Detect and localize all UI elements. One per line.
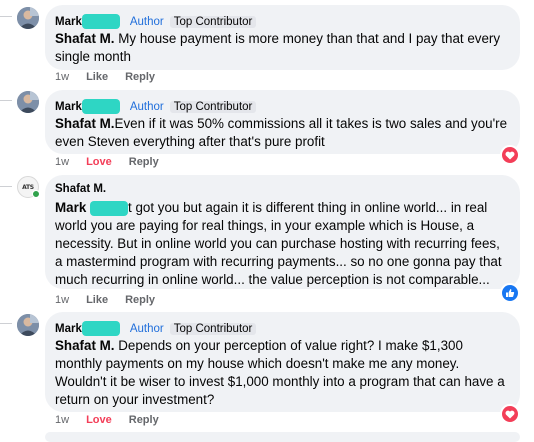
avatar[interactable]: [17, 314, 39, 336]
author-tag: Author: [129, 100, 164, 113]
thread-connector: [0, 186, 12, 187]
reply-button[interactable]: Reply: [125, 294, 155, 306]
comment-actions: 1w Love Reply: [55, 414, 176, 426]
comment-bubble: Mark Author Top Contributor Shafat M. De…: [45, 312, 520, 412]
mention-link[interactable]: Mark: [55, 200, 86, 215]
comment-actions: 1w Like Reply: [55, 71, 172, 83]
top-contributor-badge: Top Contributor: [169, 322, 257, 335]
heart-icon[interactable]: [500, 145, 520, 165]
comment-actions: 1w Like Reply: [55, 294, 172, 306]
mention-link[interactable]: Shafat M.: [55, 338, 115, 353]
reply-button[interactable]: Reply: [129, 156, 159, 168]
comment-author[interactable]: Shafat M.: [55, 183, 510, 199]
comment-text: Shafat M. My house payment is more money…: [55, 31, 501, 64]
comment-text: Shafat M.Even if it was 50% commissions …: [55, 116, 508, 149]
thread-connector: [0, 16, 12, 17]
comment-text: Shafat M. Depends on your perception of …: [55, 338, 505, 407]
redacted-name: [81, 321, 120, 336]
avatar[interactable]: [17, 91, 39, 113]
comment-author[interactable]: Mark: [55, 16, 82, 28]
thread-connector: [0, 323, 12, 324]
love-button[interactable]: Love: [86, 156, 112, 168]
thumbs-up-icon[interactable]: [500, 283, 520, 303]
like-button[interactable]: Like: [86, 294, 108, 306]
mention-link[interactable]: Shafat M.: [55, 116, 115, 131]
timestamp[interactable]: 1w: [55, 156, 69, 168]
timestamp[interactable]: 1w: [55, 294, 69, 306]
avatar[interactable]: [17, 7, 39, 29]
comment-author[interactable]: Mark: [55, 101, 82, 113]
reply-button[interactable]: Reply: [125, 71, 155, 83]
comment-bubble: Mark Author Top Contributor Shafat M.Eve…: [45, 90, 520, 154]
like-button[interactable]: Like: [86, 71, 108, 83]
mention-link[interactable]: Shafat M.: [55, 31, 115, 46]
comment-bubble: Shafat M. Mark t got you but again it is…: [45, 175, 520, 289]
author-tag: Author: [129, 15, 164, 28]
top-contributor-badge: Top Contributor: [169, 15, 257, 28]
online-status-icon: [32, 190, 40, 198]
comment-actions: 1w Love Reply: [55, 156, 176, 168]
author-tag: Author: [129, 322, 164, 335]
timestamp[interactable]: 1w: [55, 414, 69, 426]
redacted-name: [90, 200, 128, 216]
top-contributor-badge: Top Contributor: [169, 100, 257, 113]
redacted-name: [81, 99, 120, 114]
comment-author[interactable]: Mark: [55, 323, 82, 335]
reply-button[interactable]: Reply: [129, 414, 159, 426]
comment-bubble: Mark Author Top Contributor Shafat M. My…: [45, 5, 520, 70]
thread-connector: [0, 100, 12, 101]
timestamp[interactable]: 1w: [55, 71, 69, 83]
avatar-logo-text: ATS: [22, 183, 34, 191]
love-button[interactable]: Love: [86, 414, 112, 426]
heart-icon[interactable]: [500, 404, 520, 424]
redacted-name: [81, 14, 120, 29]
next-comment-bubble: [45, 432, 520, 442]
comment-text: Mark t got you but again it is different…: [55, 200, 502, 287]
